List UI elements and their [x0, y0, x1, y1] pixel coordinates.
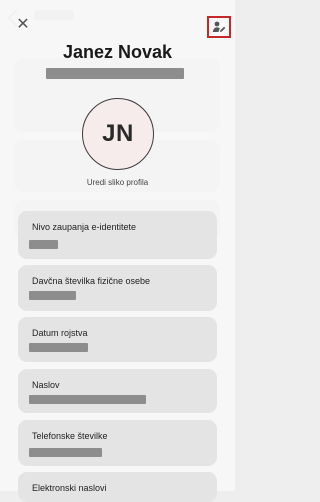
field-label: Elektronski naslovi: [32, 483, 107, 493]
redacted-value: [29, 395, 146, 404]
field-label: Nivo zaupanja e-identitete: [32, 222, 137, 232]
field-label: Davčna številka fizične osebe: [32, 276, 151, 286]
avatar-initials: JN: [102, 120, 134, 147]
field-trust-level[interactable]: Nivo zaupanja e-identitete: [18, 211, 217, 259]
profile-name: Janez Novak: [62, 42, 173, 62]
edit-profile-button[interactable]: [207, 16, 231, 38]
redacted-value: [29, 448, 102, 457]
redacted-value: [29, 343, 88, 352]
redacted-email: [46, 68, 184, 79]
field-phone-numbers[interactable]: Telefonske številke: [18, 420, 217, 466]
redacted-value: [29, 240, 58, 249]
field-tax-number[interactable]: Davčna številka fizične osebe: [18, 265, 217, 311]
close-icon: ✕: [16, 16, 30, 33]
profile-sheet: ✕ Janez Novak JN Uredi sliko profila Niv…: [0, 0, 235, 502]
redacted-value: [29, 291, 76, 300]
user-edit-icon: [212, 21, 226, 32]
avatar[interactable]: JN: [82, 98, 154, 170]
field-address[interactable]: Naslov: [18, 369, 217, 413]
field-label: Datum rojstva: [32, 328, 88, 338]
field-email-addresses[interactable]: Elektronski naslovi: [18, 472, 217, 502]
close-button[interactable]: ✕: [14, 16, 32, 34]
edit-profile-picture-link[interactable]: Uredi sliko profila: [0, 178, 235, 187]
field-label: Telefonske številke: [32, 431, 108, 441]
field-date-of-birth[interactable]: Datum rojstva: [18, 317, 217, 362]
field-label: Naslov: [32, 380, 60, 390]
